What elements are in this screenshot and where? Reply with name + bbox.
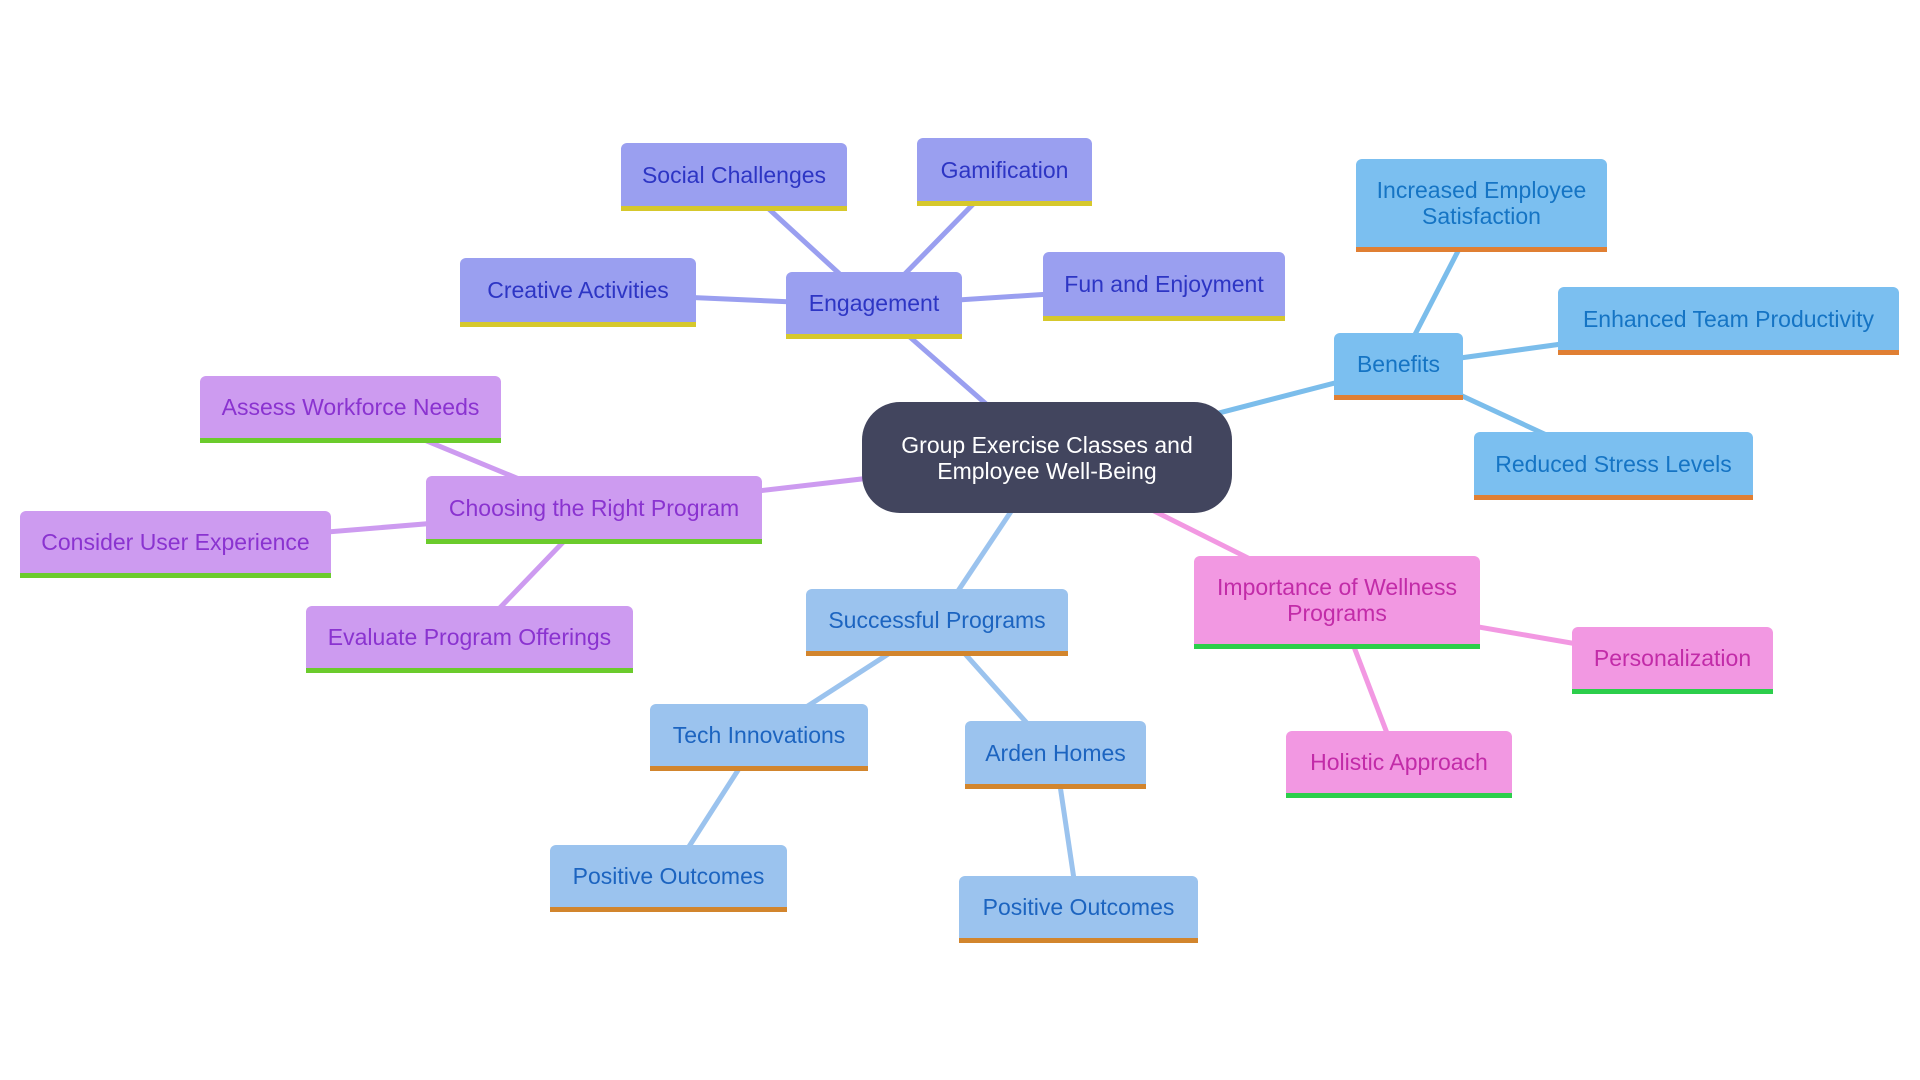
node-label: Reduced Stress Levels xyxy=(1495,450,1732,477)
node-arden-homes[interactable]: Arden Homes xyxy=(965,721,1146,789)
node-creative-activities[interactable]: Creative Activities xyxy=(460,258,696,327)
node-label: Benefits xyxy=(1356,351,1441,377)
node-label: Positive Outcomes xyxy=(982,894,1175,920)
node-label: Personalization xyxy=(1593,645,1752,671)
node-engagement[interactable]: Engagement xyxy=(786,272,962,339)
node-label: Evaluate Program Offerings xyxy=(327,624,612,650)
node-label: Fun and Enjoyment xyxy=(1064,271,1264,297)
node-successful-programs[interactable]: Successful Programs xyxy=(806,589,1068,656)
node-importance-of-wellness-programs[interactable]: Importance of Wellness Programs xyxy=(1194,556,1480,649)
node-personalization[interactable]: Personalization xyxy=(1572,627,1773,694)
node-label: Creative Activities xyxy=(487,277,669,303)
root-node[interactable]: Group Exercise Classes and Employee Well… xyxy=(862,402,1232,513)
node-label: Assess Workforce Needs xyxy=(221,394,480,420)
node-label: Choosing the Right Program xyxy=(448,494,740,521)
node-gamification[interactable]: Gamification xyxy=(917,138,1092,206)
node-label: Holistic Approach xyxy=(1310,749,1488,775)
node-label: Engagement xyxy=(808,290,940,316)
node-tech-innovations[interactable]: Tech Innovations xyxy=(650,704,868,771)
node-increased-employee-satisfaction[interactable]: Increased Employee Satisfaction xyxy=(1356,159,1607,252)
node-consider-user-experience[interactable]: Consider User Experience xyxy=(20,511,331,578)
node-label: Positive Outcomes xyxy=(572,863,765,889)
node-label: Gamification xyxy=(940,156,1069,183)
node-label: Arden Homes xyxy=(985,739,1126,766)
node-label: Enhanced Team Productivity xyxy=(1582,305,1875,332)
node-enhanced-team-productivity[interactable]: Enhanced Team Productivity xyxy=(1558,287,1899,355)
node-holistic-approach[interactable]: Holistic Approach xyxy=(1286,731,1512,798)
node-social-challenges[interactable]: Social Challenges xyxy=(621,143,847,211)
node-reduced-stress-levels[interactable]: Reduced Stress Levels xyxy=(1474,432,1753,500)
node-label: Successful Programs xyxy=(828,607,1046,633)
node-choosing-the-right-program[interactable]: Choosing the Right Program xyxy=(426,476,762,544)
node-benefits[interactable]: Benefits xyxy=(1334,333,1463,400)
node-label: Tech Innovations xyxy=(672,722,846,748)
root-label: Group Exercise Classes and Employee Well… xyxy=(901,431,1193,484)
node-fun-and-enjoyment[interactable]: Fun and Enjoyment xyxy=(1043,252,1285,321)
node-positive-outcomes-tech[interactable]: Positive Outcomes xyxy=(550,845,787,912)
node-assess-workforce-needs[interactable]: Assess Workforce Needs xyxy=(200,376,501,443)
node-positive-outcomes-arden[interactable]: Positive Outcomes xyxy=(959,876,1198,943)
node-label: Consider User Experience xyxy=(41,529,310,555)
node-label: Social Challenges xyxy=(641,161,827,188)
node-evaluate-program-offerings[interactable]: Evaluate Program Offerings xyxy=(306,606,633,673)
node-label: Importance of Wellness Programs xyxy=(1217,574,1457,626)
node-label: Increased Employee Satisfaction xyxy=(1376,177,1587,229)
